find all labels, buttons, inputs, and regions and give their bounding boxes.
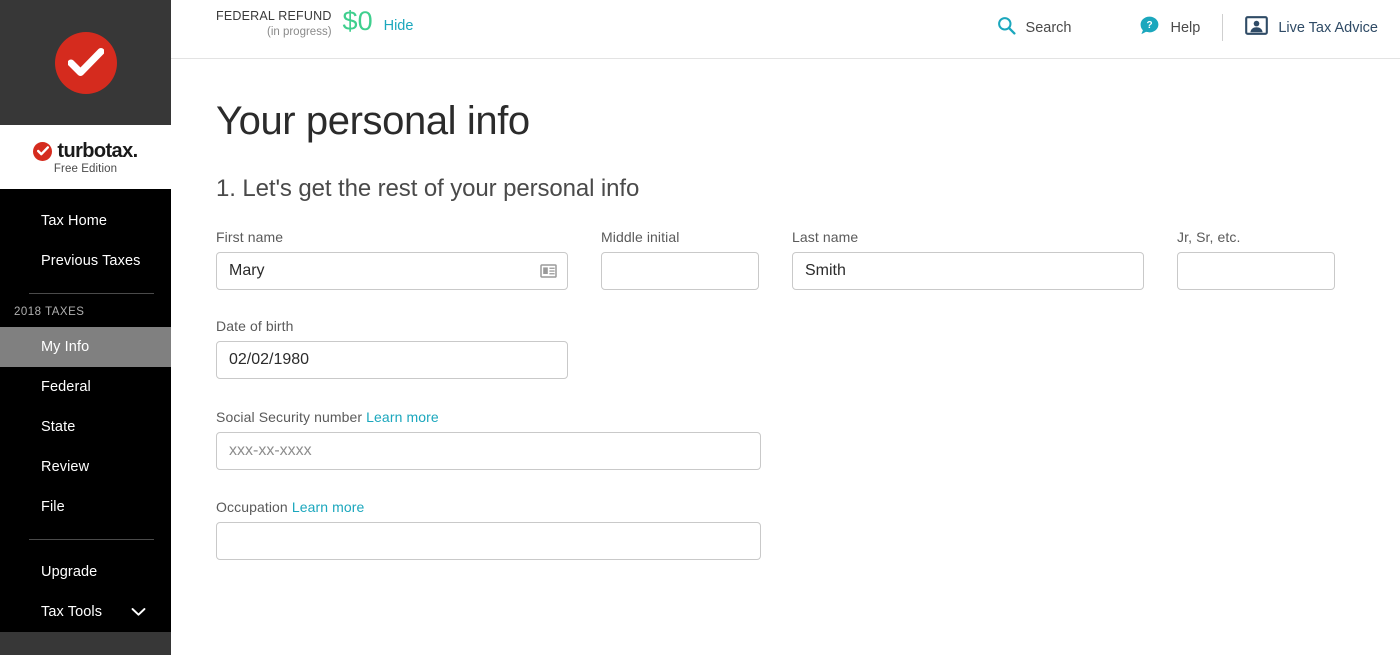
date-of-birth-input[interactable]: 02/02/1980 <box>216 341 568 379</box>
occupation-group: Occupation Learn more <box>216 499 761 560</box>
sidebar-section-caption: 2018 TAXES <box>14 306 85 318</box>
help-bubble-icon: ? <box>1139 15 1160 40</box>
sidebar-item-label: Tax Tools <box>41 604 103 620</box>
form-content: Your personal info 1. Let's get the rest… <box>171 59 1400 560</box>
sidebar-item-my-info[interactable]: My Info <box>0 327 171 367</box>
last-name-value: Smith <box>805 262 846 279</box>
contact-card-icon[interactable] <box>540 264 557 278</box>
sidebar-item-upgrade[interactable]: Upgrade <box>0 552 171 592</box>
refund-amount: $0 <box>342 6 373 36</box>
first-name-value: Mary <box>229 262 265 279</box>
date-of-birth-group: Date of birth 02/02/1980 <box>216 318 568 379</box>
live-advisor-icon <box>1245 16 1269 39</box>
suffix-input[interactable] <box>1177 252 1335 290</box>
last-name-group: Last name Smith <box>792 229 1144 290</box>
ssn-group: Social Security number Learn more xxx-xx… <box>216 409 761 470</box>
sidebar-item-label: File <box>41 499 65 515</box>
main-content: FEDERAL REFUND (in progress) $0 Hide Sea… <box>171 0 1400 655</box>
live-tax-advice-label: Live Tax Advice <box>1278 19 1378 36</box>
occupation-label: Occupation Learn more <box>216 499 761 515</box>
ssn-placeholder: xxx-xx-xxxx <box>229 442 312 459</box>
sidebar-nav: Tax Home Previous Taxes 2018 TAXES My In… <box>0 189 171 632</box>
brand-edition: Free Edition <box>53 163 118 175</box>
middle-initial-label: Middle initial <box>601 229 680 245</box>
ssn-label: Social Security number Learn more <box>216 409 761 425</box>
first-name-input[interactable]: Mary <box>216 252 568 290</box>
last-name-input[interactable]: Smith <box>792 252 1144 290</box>
sidebar-item-file[interactable]: File <box>0 487 171 527</box>
turbotax-app: turbotax. Free Edition Tax Home Previous… <box>0 0 1400 655</box>
sidebar-divider-bottom <box>29 539 154 540</box>
ssn-input[interactable]: xxx-xx-xxxx <box>216 432 761 470</box>
brand-name: turbotax <box>57 140 133 162</box>
sidebar-item-review[interactable]: Review <box>0 447 171 487</box>
search-icon <box>997 16 1016 39</box>
top-bar: FEDERAL REFUND (in progress) $0 Hide Sea… <box>171 0 1400 59</box>
page-title: Your personal info <box>216 99 530 143</box>
suffix-label: Jr, Sr, etc. <box>1177 229 1241 245</box>
sidebar-item-label: Review <box>41 459 90 475</box>
brand-dot-mark: . <box>132 140 139 162</box>
checkmark-badge-icon <box>54 31 117 94</box>
date-of-birth-value: 02/02/1980 <box>229 351 310 368</box>
live-tax-advice-button[interactable]: Live Tax Advice <box>1245 16 1378 39</box>
middle-initial-group: Middle initial <box>601 229 759 290</box>
suffix-group: Jr, Sr, etc. <box>1177 229 1335 290</box>
date-of-birth-label: Date of birth <box>216 318 294 334</box>
step-title: 1. Let's get the rest of your personal i… <box>216 175 640 202</box>
sidebar-item-tax-tools[interactable]: Tax Tools <box>0 592 171 632</box>
occupation-label-text: Occupation <box>216 499 288 515</box>
last-name-label: Last name <box>792 229 859 245</box>
topbar-divider <box>1222 14 1224 41</box>
sidebar-item-label: Tax Home <box>41 213 108 229</box>
first-name-group: First name Mary <box>216 229 568 290</box>
ssn-learn-more-link[interactable]: Learn more <box>366 409 439 425</box>
sidebar-item-federal[interactable]: Federal <box>0 367 171 407</box>
help-label: Help <box>1170 19 1201 36</box>
sidebar-item-tax-home[interactable]: Tax Home <box>0 201 171 241</box>
occupation-input[interactable] <box>216 522 761 560</box>
sidebar: turbotax. Free Edition Tax Home Previous… <box>0 0 171 655</box>
help-button[interactable]: ? Help <box>1139 15 1200 40</box>
sidebar-item-label: Upgrade <box>41 564 98 580</box>
chevron-down-icon <box>131 608 146 617</box>
ssn-label-text: Social Security number <box>216 409 363 425</box>
sidebar-footer-strip <box>0 632 171 655</box>
sidebar-item-label: My Info <box>41 339 90 355</box>
top-bar-actions: Search ? Help Live Tax Advice <box>997 0 1378 41</box>
sidebar-divider-top <box>29 293 154 294</box>
search-button[interactable]: Search <box>997 16 1072 39</box>
sidebar-item-label: Federal <box>41 379 91 395</box>
refund-title: FEDERAL REFUND <box>216 9 332 23</box>
sidebar-logo-area <box>0 0 171 125</box>
sidebar-item-label: Previous Taxes <box>41 253 141 269</box>
middle-initial-input[interactable] <box>601 252 759 290</box>
brand-check-icon <box>33 141 53 161</box>
occupation-learn-more-link[interactable]: Learn more <box>292 499 365 515</box>
sidebar-item-label: State <box>41 419 76 435</box>
name-fields-row: First name Mary Middle initial Last name… <box>216 229 1355 290</box>
refund-status: (in progress) <box>266 25 332 38</box>
sidebar-item-state[interactable]: State <box>0 407 171 447</box>
svg-text:?: ? <box>1147 20 1153 31</box>
brand-logo: turbotax. Free Edition <box>0 125 171 189</box>
refund-summary: FEDERAL REFUND (in progress) $0 Hide <box>216 0 413 39</box>
first-name-label: First name <box>216 229 284 245</box>
sidebar-item-previous-taxes[interactable]: Previous Taxes <box>0 241 171 281</box>
hide-refund-link[interactable]: Hide <box>384 18 414 34</box>
search-label: Search <box>1025 19 1072 36</box>
